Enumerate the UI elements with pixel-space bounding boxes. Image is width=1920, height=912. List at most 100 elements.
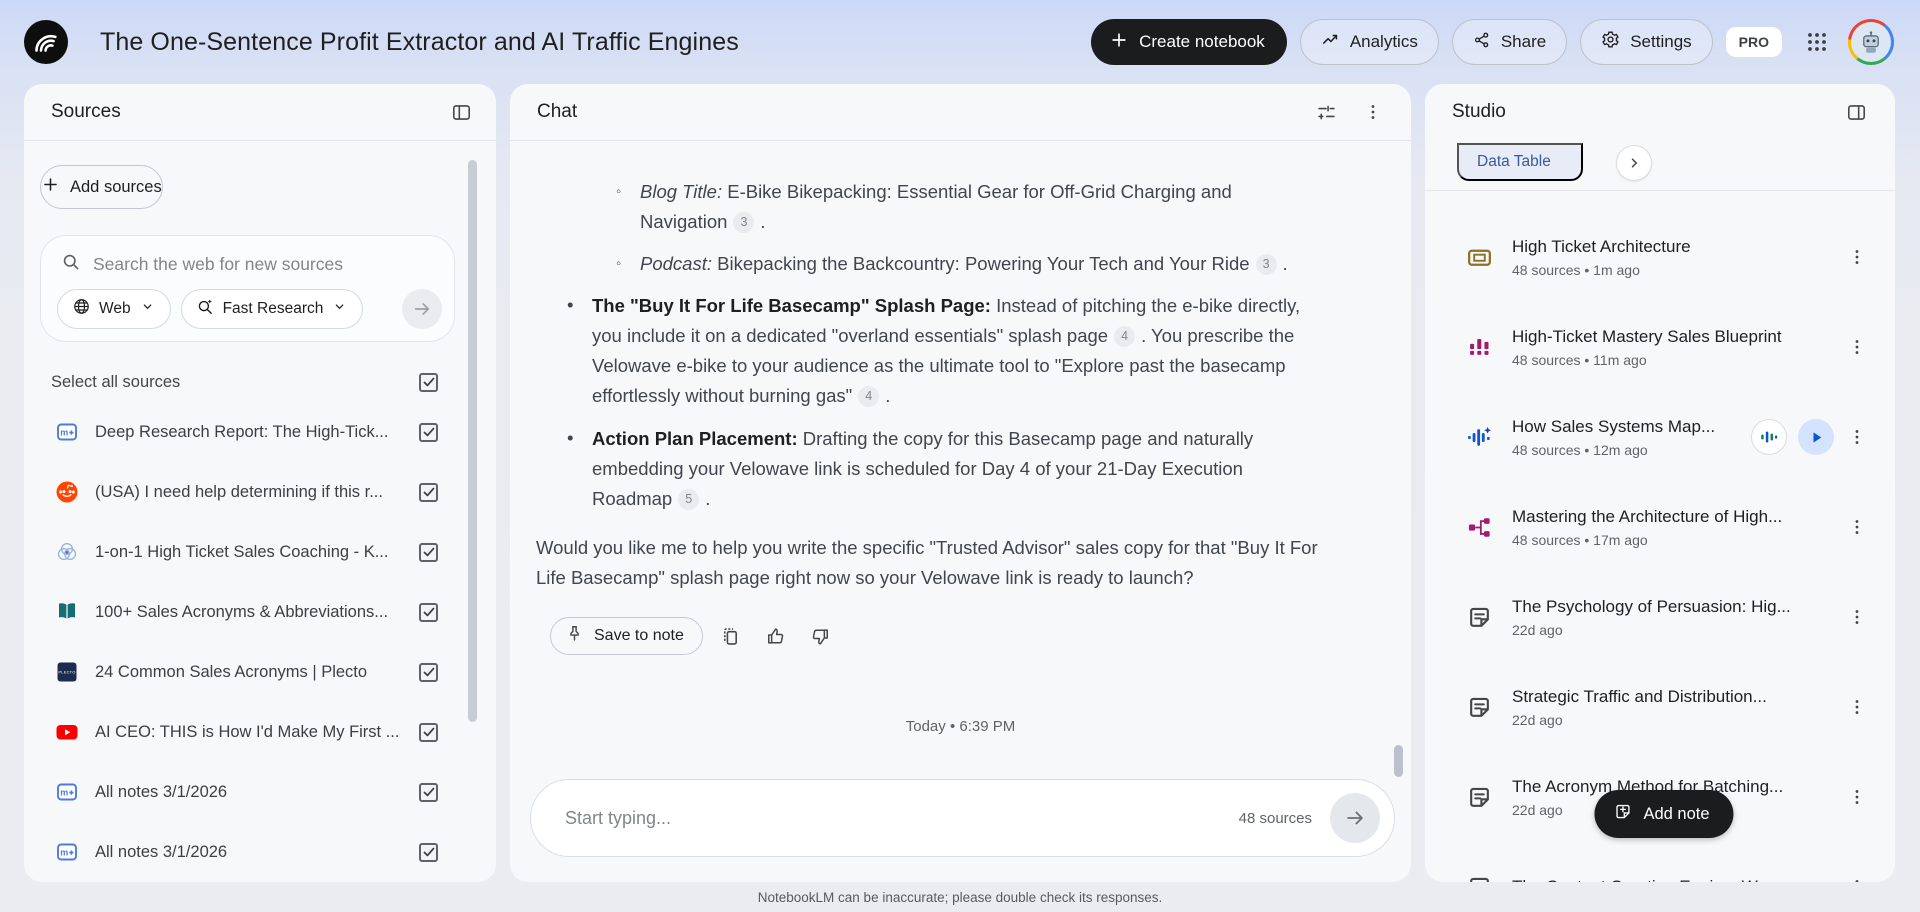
note-add-icon xyxy=(1613,802,1632,826)
source-list-item[interactable]: PLECTO 24 Common Sales Acronyms | Plecto xyxy=(24,642,496,702)
chat-more-menu-icon[interactable] xyxy=(1359,98,1387,126)
plus-icon xyxy=(1109,30,1129,55)
item-more-menu-icon[interactable] xyxy=(1845,691,1869,723)
source-checkbox[interactable] xyxy=(419,842,438,862)
send-message-button[interactable] xyxy=(1330,793,1380,843)
bullet-marker: • xyxy=(567,427,574,448)
book-icon xyxy=(54,599,80,625)
studio-list-item[interactable]: High-Ticket Mastery Sales Blueprint 48 s… xyxy=(1425,302,1895,392)
bullet-marker: • xyxy=(567,294,574,315)
studio-list-item[interactable]: How Sales Systems Map... 48 sources • 12… xyxy=(1425,392,1895,482)
source-search-input[interactable] xyxy=(93,254,438,275)
studio-item-title: How Sales Systems Map... xyxy=(1512,416,1716,436)
studio-list-item[interactable]: Strategic Traffic and Distribution... 22… xyxy=(1425,662,1895,752)
source-list-item[interactable]: m All notes 3/1/2026 xyxy=(24,822,496,882)
data-table-chip[interactable]: Data Table xyxy=(1457,143,1583,181)
globe-icon xyxy=(72,297,91,321)
sources-panel: Sources Add sources Web xyxy=(24,84,496,882)
source-checkbox[interactable] xyxy=(419,602,438,622)
source-list-item[interactable]: (USA) I need help determining if this r.… xyxy=(24,462,496,522)
item-more-menu-icon[interactable] xyxy=(1845,331,1869,363)
create-notebook-button[interactable]: Create notebook xyxy=(1091,19,1287,65)
studio-item-title: High Ticket Architecture xyxy=(1512,236,1691,256)
select-all-checkbox[interactable] xyxy=(419,372,438,392)
chips-scroll-right-icon[interactable] xyxy=(1616,145,1652,181)
source-checkbox[interactable] xyxy=(419,722,438,742)
analytics-button[interactable]: Analytics xyxy=(1299,19,1439,65)
add-sources-button[interactable]: Add sources xyxy=(40,165,163,209)
thumbs-down-icon[interactable] xyxy=(803,619,838,654)
report-icon xyxy=(1466,874,1506,882)
studio-item-actions xyxy=(1751,419,1869,455)
source-list-item[interactable]: AI CEO: THIS is How I'd Make My First ..… xyxy=(24,702,496,762)
avatar-robot-image xyxy=(1851,22,1891,62)
item-more-menu-icon[interactable] xyxy=(1845,241,1869,273)
search-submit-button[interactable] xyxy=(402,289,442,329)
chat-panel-header: Chat xyxy=(510,84,1411,140)
source-list-item[interactable]: m Deep Research Report: The High-Tick... xyxy=(24,402,496,462)
collapse-sources-panel-icon[interactable] xyxy=(447,98,476,127)
settings-label: Settings xyxy=(1630,32,1692,51)
infographic-icon xyxy=(1466,334,1506,361)
settings-button[interactable]: Settings xyxy=(1580,19,1713,65)
studio-panel-header: Studio xyxy=(1425,84,1895,140)
studio-item-title: Mastering the Architecture of High... xyxy=(1512,506,1783,526)
studio-create-chips: Data Table xyxy=(1425,140,1895,190)
item-more-menu-icon[interactable] xyxy=(1845,421,1869,453)
web-filter-dropdown[interactable]: Web xyxy=(57,289,171,329)
select-all-label: Select all sources xyxy=(51,372,181,391)
svg-text:PLECTO: PLECTO xyxy=(58,670,75,675)
collapse-studio-panel-icon[interactable] xyxy=(1842,98,1871,127)
notebooklm-logo-icon[interactable] xyxy=(24,20,68,64)
source-list-item[interactable]: 100+ Sales Acronyms & Abbreviations... xyxy=(24,582,496,642)
interactive-mode-button[interactable] xyxy=(1751,419,1787,455)
venn-icon xyxy=(54,539,80,565)
item-more-menu-icon[interactable] xyxy=(1845,871,1869,882)
copy-icon[interactable] xyxy=(713,619,748,654)
source-checkbox[interactable] xyxy=(419,542,438,562)
share-label: Share xyxy=(1500,32,1547,51)
user-avatar[interactable] xyxy=(1848,19,1894,65)
save-to-note-button[interactable]: Save to note xyxy=(550,617,703,655)
share-button[interactable]: Share xyxy=(1451,19,1568,65)
studio-list-item[interactable]: High Ticket Architecture 48 sources • 1m… xyxy=(1425,212,1895,302)
svg-text:m: m xyxy=(60,428,68,438)
studio-list-item[interactable]: The Content Creation Engine: Wee... xyxy=(1425,842,1895,882)
source-checkbox[interactable] xyxy=(419,422,438,442)
chat-settings-tune-icon[interactable] xyxy=(1312,98,1341,127)
chat-closing-question: Would you like me to help you write the … xyxy=(536,537,1318,588)
citation-chip[interactable]: 3 xyxy=(1255,253,1277,275)
report-icon xyxy=(1466,784,1506,811)
source-list-item[interactable]: 1-on-1 High Ticket Sales Coaching - K... xyxy=(24,522,496,582)
research-mode-dropdown[interactable]: Fast Research xyxy=(180,289,364,329)
citation-chip[interactable]: 3 xyxy=(733,211,755,233)
source-checkbox[interactable] xyxy=(419,482,438,502)
item-more-menu-icon[interactable] xyxy=(1845,511,1869,543)
thumbs-up-icon[interactable] xyxy=(758,619,793,654)
citation-chip[interactable]: 4 xyxy=(1114,325,1136,347)
play-audio-button[interactable] xyxy=(1798,419,1834,455)
chat-scrollbar[interactable] xyxy=(1394,745,1403,777)
citation-chip[interactable]: 4 xyxy=(858,385,880,407)
item-more-menu-icon[interactable] xyxy=(1845,781,1869,813)
sources-scrollbar[interactable] xyxy=(468,160,477,722)
item-more-menu-icon[interactable] xyxy=(1845,601,1869,633)
notebook-title[interactable]: The One-Sentence Profit Extractor and AI… xyxy=(100,28,739,57)
source-checkbox[interactable] xyxy=(419,662,438,682)
source-list-item[interactable]: m All notes 3/1/2026 xyxy=(24,762,496,822)
chat-message-input[interactable] xyxy=(565,807,1239,829)
source-title: All notes 3/1/2026 xyxy=(95,842,228,861)
share-icon xyxy=(1473,31,1491,54)
studio-item-meta: 22d ago xyxy=(1512,711,1563,728)
studio-item-actions xyxy=(1845,601,1869,633)
apps-grid-icon[interactable] xyxy=(1799,24,1835,60)
bullet-suffix: . xyxy=(760,211,766,232)
citation-chip[interactable]: 5 xyxy=(678,488,700,510)
studio-list-item[interactable]: The Psychology of Persuasion: Hig... 22d… xyxy=(1425,572,1895,662)
source-checkbox[interactable] xyxy=(419,782,438,802)
studio-item-title: The Content Creation Engine: Wee... xyxy=(1512,877,1837,882)
add-note-button[interactable]: Add note xyxy=(1594,790,1734,838)
studio-list-item[interactable]: Mastering the Architecture of High... 48… xyxy=(1425,482,1895,572)
studio-item-actions xyxy=(1845,331,1869,363)
create-notebook-label: Create notebook xyxy=(1139,32,1265,51)
